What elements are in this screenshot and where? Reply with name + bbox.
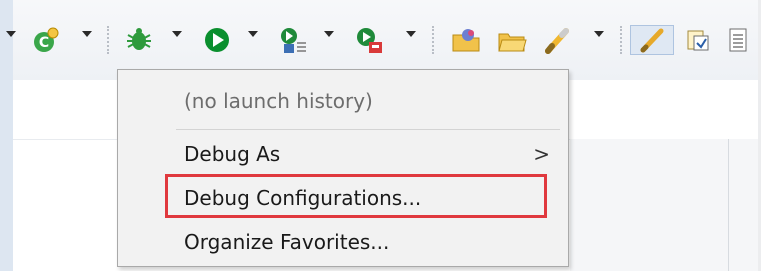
debug-button[interactable] — [122, 25, 156, 55]
menu-item-organize-favorites[interactable]: Organize Favorites... — [118, 224, 568, 260]
toggle-view-button[interactable] — [682, 25, 714, 55]
toggle-mark-button[interactable] — [630, 25, 674, 55]
background-panel-divider — [728, 139, 729, 271]
new-java-class-button[interactable]: C — [30, 25, 60, 55]
toolbar-separator — [107, 26, 109, 54]
external-tools-dropdown-icon[interactable] — [406, 31, 416, 37]
run-dropdown-icon[interactable] — [248, 31, 258, 37]
menu-item-label: Debug As — [184, 142, 281, 166]
highlight-dropdown-icon[interactable] — [594, 31, 604, 37]
run-icon — [205, 28, 229, 52]
new-class-dropdown-icon[interactable] — [82, 31, 92, 37]
document-icon — [729, 28, 747, 52]
left-edge-panel — [0, 0, 13, 271]
menu-separator — [176, 129, 560, 130]
coverage-button[interactable] — [276, 25, 310, 55]
dropdown-arrow-icon[interactable] — [6, 31, 16, 37]
menu-item-label: Organize Favorites... — [184, 230, 390, 254]
toggle-view-icon — [687, 30, 709, 51]
debug-dropdown-icon[interactable] — [172, 31, 182, 37]
run-button[interactable] — [200, 25, 234, 55]
menu-item-debug-as[interactable]: Debug As > — [118, 136, 568, 172]
new-java-class-icon: C — [34, 27, 59, 52]
debug-dropdown-menu: (no launch history) Debug As > Debug Con… — [117, 69, 569, 267]
open-folder-button[interactable] — [494, 25, 530, 55]
document-button[interactable] — [720, 25, 754, 55]
submenu-arrow-icon: > — [533, 142, 550, 166]
open-project-button[interactable] — [448, 25, 484, 55]
external-tools-icon — [357, 28, 382, 53]
marker-brush-icon — [640, 28, 664, 53]
run-coverage-icon — [281, 28, 306, 53]
highlighter-pen-icon — [545, 28, 569, 54]
debug-bug-icon — [127, 28, 151, 50]
open-folder-icon — [452, 29, 480, 52]
highlight-tool-button[interactable] — [538, 25, 574, 55]
toolbar-separator — [620, 26, 622, 54]
menu-item-label: (no launch history) — [184, 89, 373, 113]
external-tools-button[interactable] — [352, 25, 386, 55]
background-panel — [570, 139, 758, 271]
svg-text:C: C — [39, 35, 49, 51]
open-folder-icon — [498, 33, 527, 52]
menu-item-no-launch-history: (no launch history) — [118, 83, 568, 119]
annotation-highlight-box — [165, 174, 547, 218]
coverage-dropdown-icon[interactable] — [324, 31, 334, 37]
toolbar-separator — [432, 26, 434, 54]
